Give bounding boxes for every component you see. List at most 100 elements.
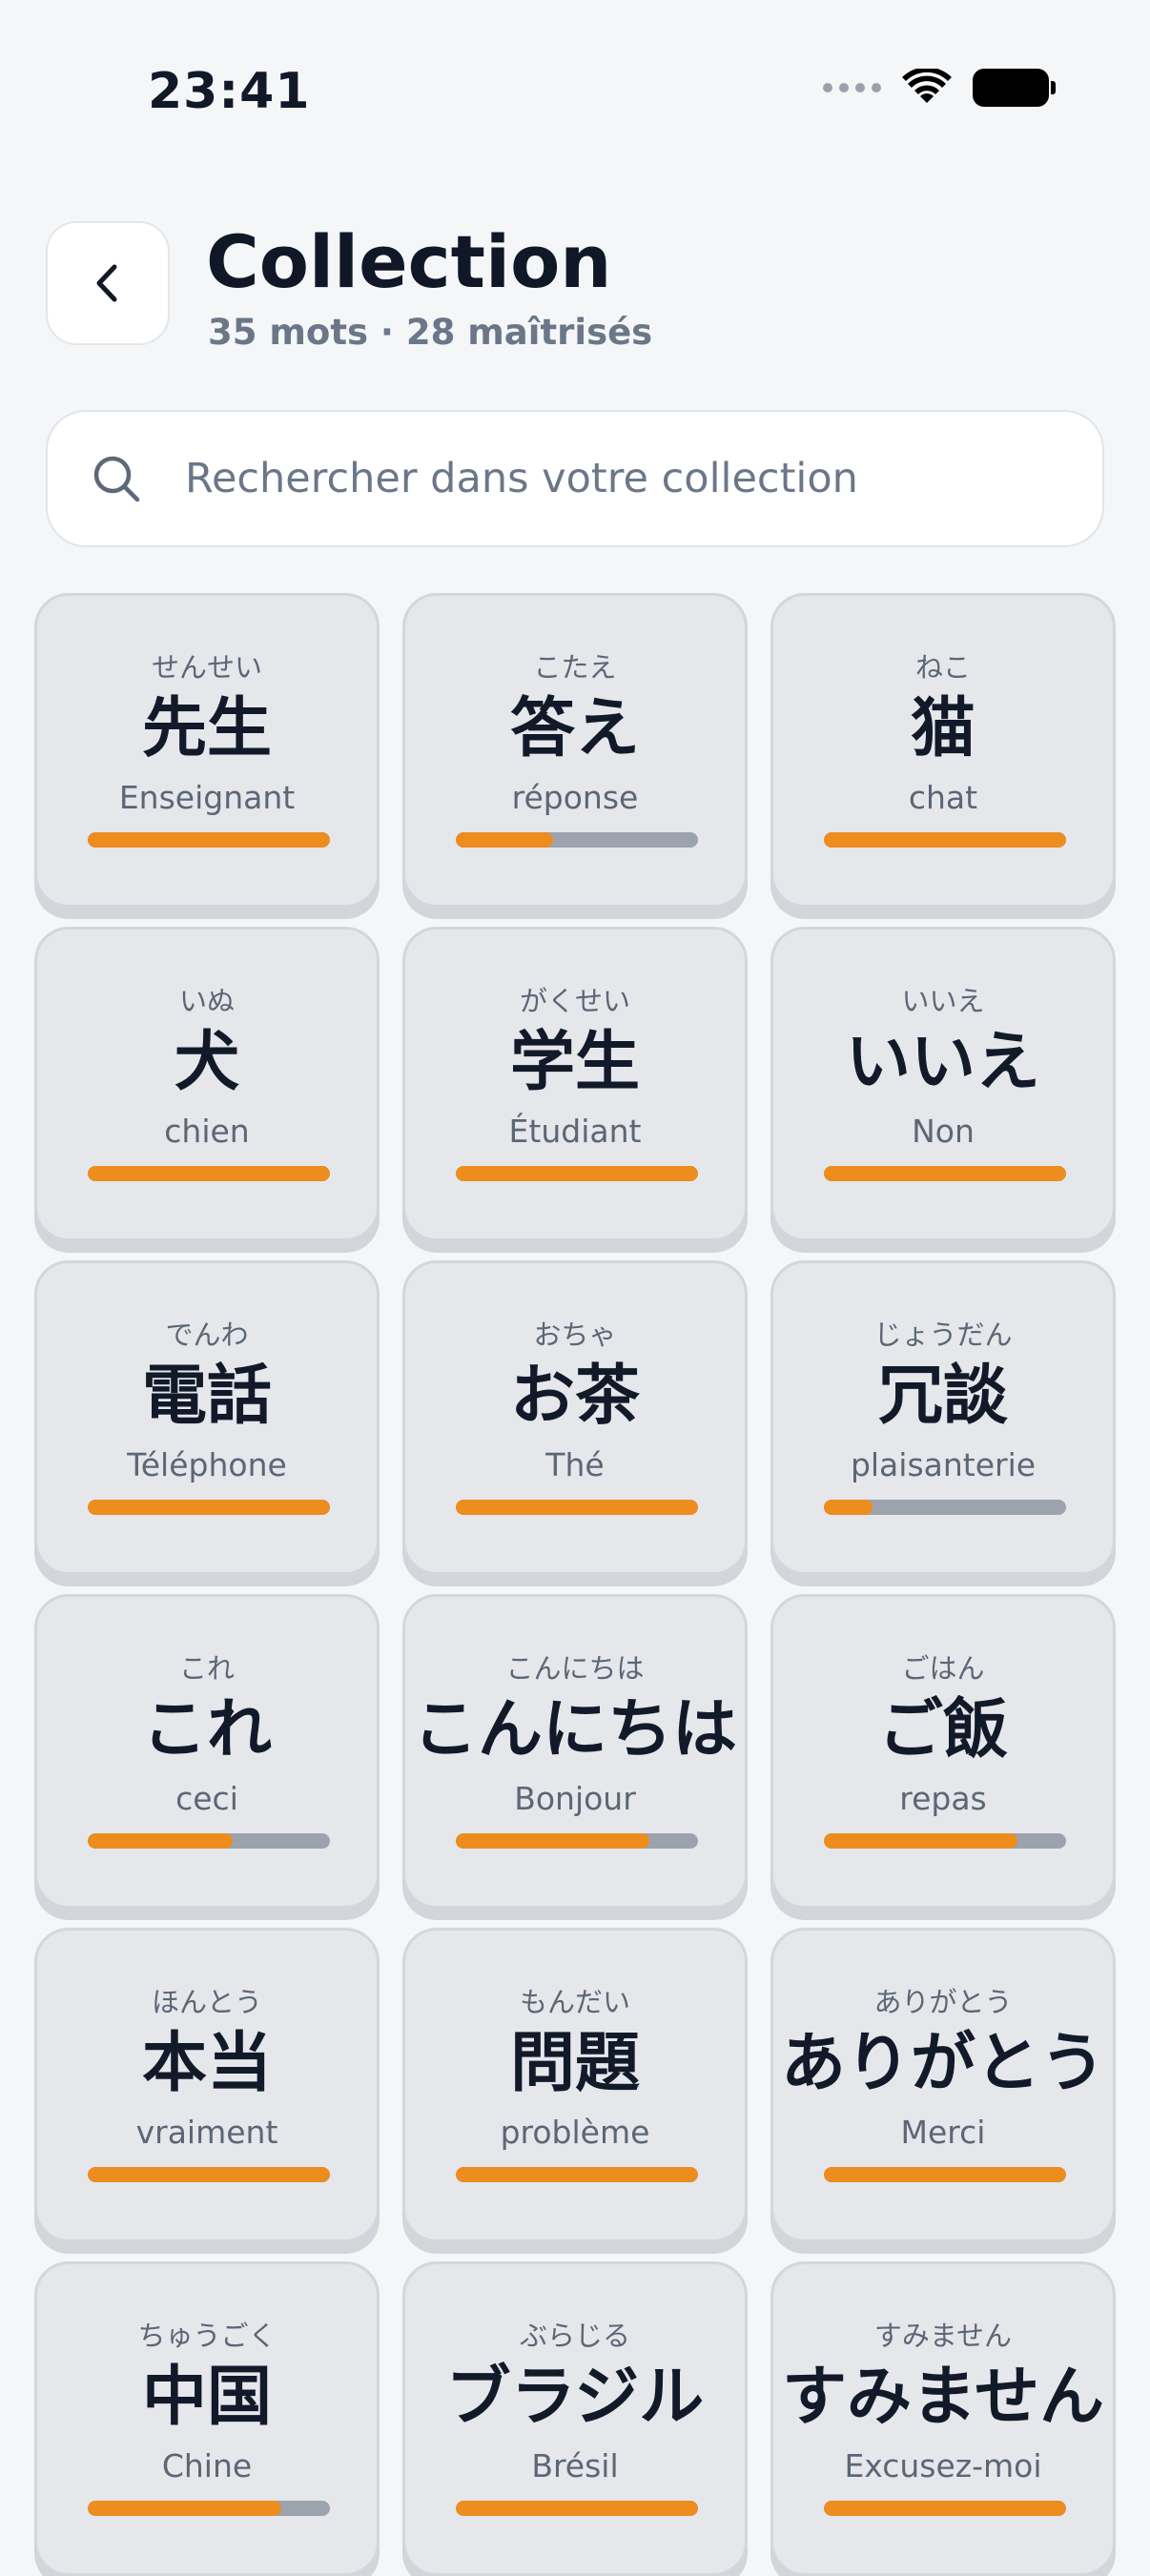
word-meaning: Non — [912, 1113, 975, 1150]
word-meaning: Thé — [545, 1446, 605, 1483]
mastery-progress-bar — [824, 2501, 1066, 2516]
word-card[interactable]: これ これ ceci — [34, 1594, 380, 1909]
word-meaning: repas — [899, 1780, 987, 1817]
word-meaning: ceci — [175, 1780, 238, 1817]
page-title: Collection — [206, 219, 612, 304]
word-card[interactable]: ねこ猫 chat — [770, 593, 1116, 908]
word-meaning: Bonjour — [514, 1780, 636, 1817]
word-kanji: 中国 — [141, 2360, 272, 2435]
word-kanji: 学生 — [509, 1025, 640, 1100]
word-reading: せんせい — [151, 651, 262, 684]
word-kanji: いいえ — [845, 1025, 1040, 1100]
word-meaning: Merci — [900, 2114, 986, 2151]
word-card[interactable]: こたえ答え réponse — [402, 593, 748, 908]
word-card[interactable]: ちゅうごく 中国 Chine — [34, 2261, 380, 2576]
word-kanji: これ — [141, 1692, 272, 1768]
mastery-progress-fill — [456, 1500, 698, 1515]
word-reading: ありがとう — [873, 1986, 1013, 2018]
word-reading: ごはん — [901, 1652, 985, 1685]
word-card[interactable]: もんだい問題 problème — [402, 1928, 748, 2242]
wifi-icon — [902, 69, 952, 103]
mastery-progress-fill — [824, 1166, 1066, 1181]
word-meaning: vraiment — [135, 2114, 278, 2151]
word-card[interactable]: ほんとう本当 vraiment — [34, 1928, 380, 2242]
back-button[interactable] — [46, 221, 170, 345]
mastery-progress-fill — [88, 2167, 330, 2182]
word-card[interactable]: ごはん ご飯 repas — [770, 1594, 1116, 1909]
header: Collection 35 mots · 28 maîtrisés — [46, 219, 1104, 353]
mastery-progress-fill — [88, 1500, 330, 1515]
mastery-progress-bar — [88, 832, 330, 848]
word-card[interactable]: じょうだん 冗談 plaisanterie — [770, 1260, 1116, 1575]
word-reading: ちゅうごく — [137, 2320, 277, 2352]
mastery-progress-fill — [824, 832, 1066, 848]
word-kanji: ありがとう — [780, 2026, 1105, 2101]
search-input[interactable] — [185, 455, 1102, 502]
mastery-progress-fill — [824, 2167, 1066, 2182]
status-time: 23:41 — [148, 63, 311, 120]
word-reading: がくせい — [519, 985, 630, 1017]
word-card[interactable]: ぶらじる ブラジル Brésil — [402, 2261, 748, 2576]
word-reading: もんだい — [519, 1986, 630, 2018]
mastery-progress-fill — [88, 2501, 282, 2516]
search-icon — [92, 454, 172, 503]
word-reading: おちゃ — [533, 1319, 617, 1351]
word-reading: こんにちは — [505, 1652, 645, 1685]
mastery-progress-fill — [456, 2501, 698, 2516]
word-reading: いいえ — [901, 985, 985, 1017]
mastery-progress-bar — [88, 1833, 330, 1849]
word-kanji: 電話 — [141, 1359, 272, 1434]
word-card[interactable]: いぬ犬 chien — [34, 927, 380, 1241]
word-card[interactable]: すみません すみません Excusez-moi — [770, 2261, 1116, 2576]
status-bar: 23:41 — [0, 0, 1150, 143]
mastery-progress-fill — [824, 1500, 873, 1515]
mastery-progress-bar — [456, 1166, 698, 1181]
battery-icon — [973, 69, 1056, 107]
mastery-progress-fill — [88, 1166, 330, 1181]
word-card[interactable]: せんせい 先生 Enseignant — [34, 593, 380, 908]
word-reading: これ — [178, 1652, 235, 1685]
word-card[interactable]: がくせい学生 Étudiant — [402, 927, 748, 1241]
word-reading: こたえ — [533, 651, 617, 684]
mastery-progress-fill — [824, 1833, 1018, 1849]
word-card[interactable]: いいえ いいえ Non — [770, 927, 1116, 1241]
word-reading: じょうだん — [873, 1319, 1013, 1351]
word-meaning: problème — [500, 2114, 650, 2151]
word-kanji: こんにちは — [412, 1692, 737, 1768]
word-card[interactable]: ありがとう ありがとう Merci — [770, 1928, 1116, 2242]
word-meaning: plaisanterie — [850, 1446, 1037, 1483]
word-card[interactable]: こんにちは こんにちは Bonjour — [402, 1594, 748, 1909]
word-reading: ほんとう — [151, 1986, 262, 2018]
mastery-progress-fill — [456, 1166, 698, 1181]
mastery-progress-bar — [824, 1833, 1066, 1849]
word-kanji: ブラジル — [445, 2360, 705, 2435]
chevron-left-icon — [96, 264, 117, 302]
word-meaning: Étudiant — [508, 1113, 642, 1150]
search-bar[interactable] — [46, 410, 1104, 547]
word-kanji: 猫 — [910, 691, 975, 767]
word-reading: いぬ — [178, 985, 235, 1017]
status-icons — [823, 69, 1056, 107]
word-kanji: 答え — [509, 691, 640, 767]
word-meaning: chat — [908, 779, 978, 816]
word-kanji: 問題 — [509, 2026, 640, 2101]
mastery-progress-bar — [456, 2501, 698, 2516]
word-meaning: chien — [164, 1113, 250, 1150]
page-subtitle: 35 mots · 28 maîtrisés — [208, 312, 653, 353]
word-card[interactable]: でんわ電話 Téléphone — [34, 1260, 380, 1575]
word-grid: せんせい 先生 Enseignant こたえ 答え réponse ねこ猫 chat いぬ犬 ch… — [34, 593, 1116, 2576]
word-meaning: Excusez-moi — [844, 2447, 1042, 2484]
word-meaning: Téléphone — [127, 1446, 287, 1483]
mastery-progress-bar — [88, 1500, 330, 1515]
mastery-progress-fill — [456, 1833, 650, 1849]
mastery-progress-fill — [456, 832, 553, 848]
word-card[interactable]: おちゃ お茶 Thé — [402, 1260, 748, 1575]
word-reading: ぶらじる — [519, 2320, 630, 2352]
word-reading: すみません — [873, 2320, 1013, 2352]
word-meaning: réponse — [511, 779, 639, 816]
mastery-progress-bar — [456, 2167, 698, 2182]
mastery-progress-bar — [824, 1500, 1066, 1515]
mastery-progress-fill — [824, 2501, 1066, 2516]
word-reading: でんわ — [165, 1319, 249, 1351]
word-kanji: 本当 — [141, 2026, 272, 2101]
